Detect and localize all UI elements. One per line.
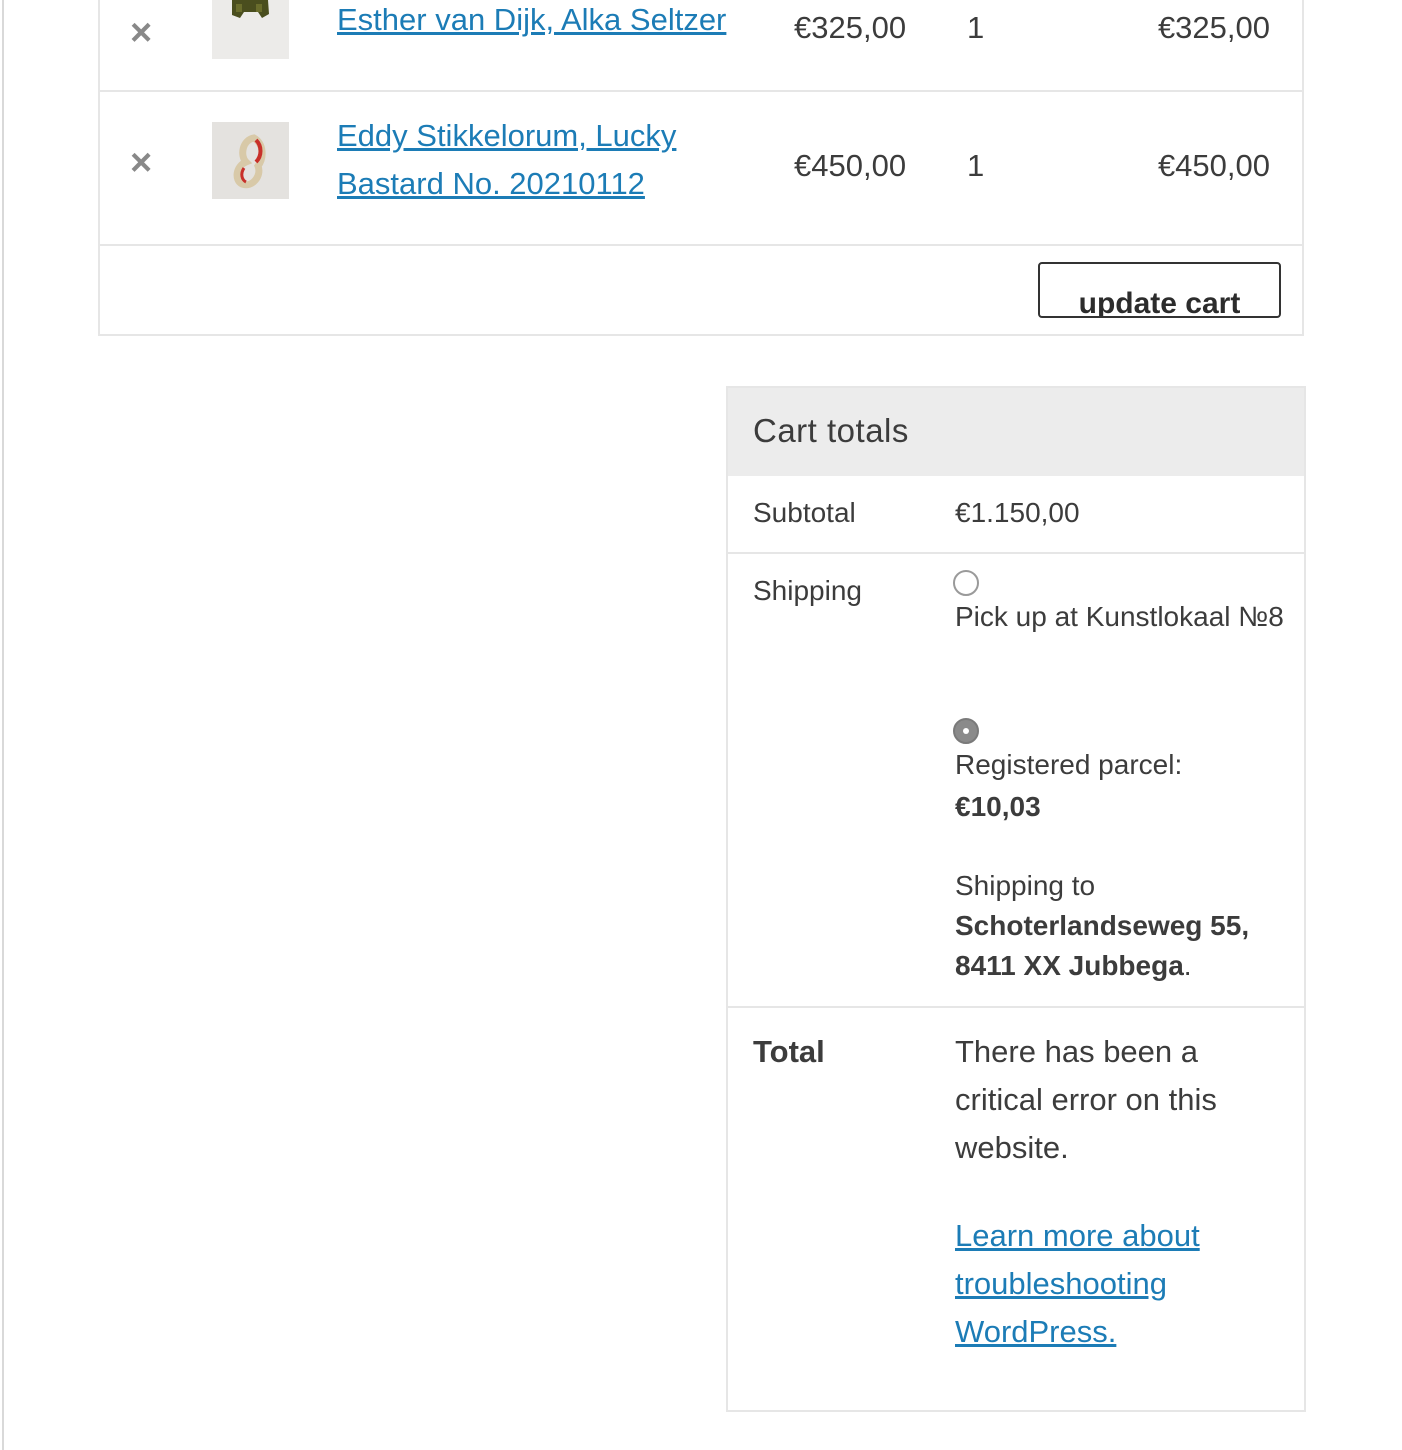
product-thumbnail[interactable]: [212, 0, 289, 59]
cart-totals: Cart totals Subtotal €1.150,00 Shipping …: [726, 386, 1306, 1412]
shipping-to-suffix: .: [1183, 950, 1192, 981]
product-price: €450,00: [794, 148, 907, 183]
shipping-option-parcel-label[interactable]: Registered parcel:: [955, 744, 1285, 786]
cart-row: × Eddy Stikkelorum, Lucky Bastard No. 20…: [100, 92, 1302, 246]
update-cart-button[interactable]: update cart: [1038, 262, 1281, 318]
product-thumbnail[interactable]: [212, 122, 289, 199]
total-label: Total: [753, 1034, 825, 1069]
shipping-address: Schoterlandseweg 55, 8411 XX Jubbega: [955, 910, 1250, 981]
page-left-border: [2, 0, 4, 1450]
product-image: [212, 0, 289, 59]
critical-error-message: There has been a critical error on this …: [955, 1034, 1217, 1165]
total-row: Total There has been a critical error on…: [728, 1008, 1304, 1410]
cart-row: × Esther van Dijk, Alka Seltzer €325,00 …: [100, 0, 1302, 92]
product-price: €325,00: [794, 10, 907, 45]
shipping-option-parcel-price: €10,03: [955, 791, 1041, 822]
subtotal-value: €1.150,00: [955, 497, 1080, 528]
cart-table: × Esther van Dijk, Alka Seltzer €325,00 …: [98, 0, 1304, 336]
product-quantity[interactable]: 1: [967, 148, 984, 184]
product-subtotal: €450,00: [1157, 148, 1270, 183]
cart-page: × Esther van Dijk, Alka Seltzer €325,00 …: [0, 0, 1402, 1450]
product-image: [212, 122, 289, 199]
troubleshooting-link[interactable]: Learn more about troubleshooting WordPre…: [955, 1212, 1285, 1356]
cart-totals-header: Cart totals: [728, 388, 1304, 476]
product-link[interactable]: Esther van Dijk, Alka Seltzer: [337, 0, 757, 44]
shipping-row: Shipping Pick up at Kunstlokaal №8 Regis…: [728, 554, 1304, 1008]
remove-item-icon[interactable]: ×: [130, 14, 152, 52]
product-subtotal: €325,00: [1157, 10, 1270, 45]
subtotal-row: Subtotal €1.150,00: [728, 476, 1304, 554]
shipping-destination: Shipping to Schoterlandseweg 55, 8411 XX…: [955, 866, 1285, 986]
product-link[interactable]: Eddy Stikkelorum, Lucky Bastard No. 2021…: [337, 112, 757, 208]
product-quantity[interactable]: 1: [967, 10, 984, 46]
shipping-label: Shipping: [753, 575, 862, 606]
remove-item-icon[interactable]: ×: [130, 144, 152, 182]
cart-actions-row: update cart: [100, 246, 1302, 336]
cart-totals-title: Cart totals: [753, 412, 909, 449]
shipping-option-pickup-radio[interactable]: [953, 570, 979, 596]
subtotal-label: Subtotal: [753, 497, 856, 528]
shipping-to-prefix: Shipping to: [955, 870, 1096, 901]
shipping-option-parcel-radio[interactable]: [953, 718, 979, 744]
shipping-option-pickup-label[interactable]: Pick up at Kunstlokaal №8: [955, 596, 1285, 638]
